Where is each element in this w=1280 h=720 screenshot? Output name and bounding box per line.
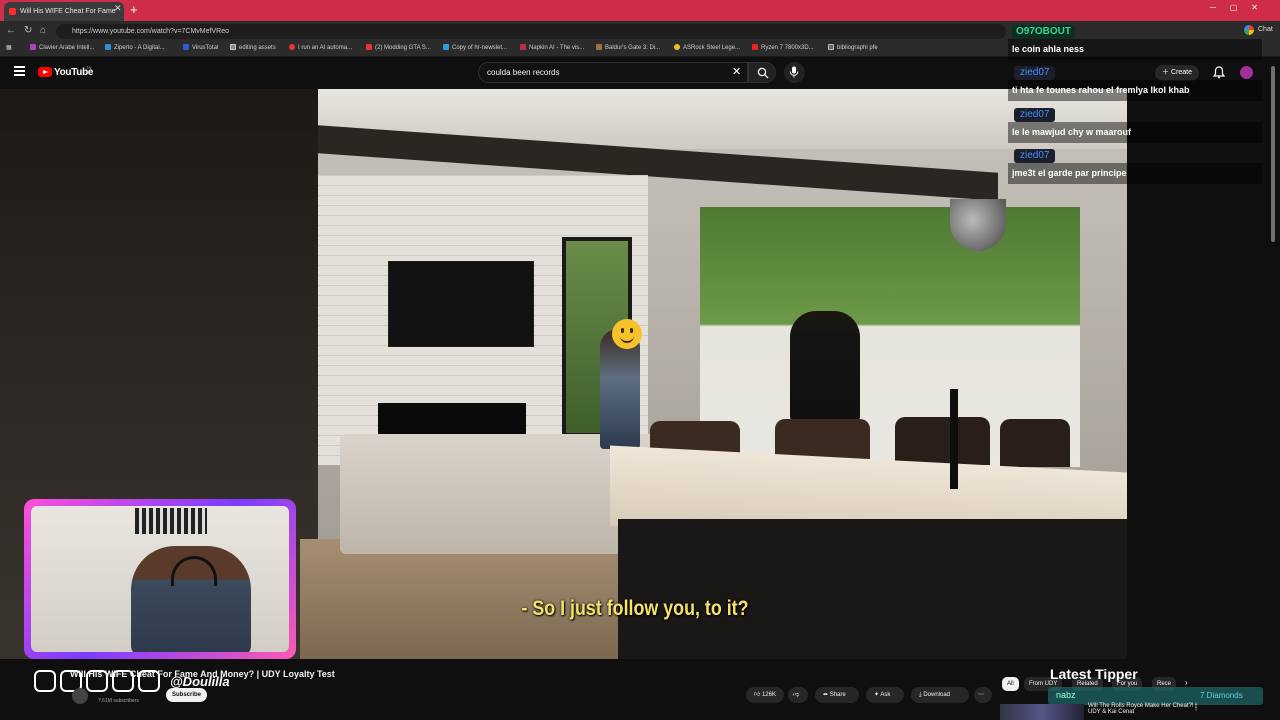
bookmark-item[interactable]: editing assets: [230, 44, 276, 51]
clear-search-icon[interactable]: ✕: [732, 65, 741, 78]
subscribe-button[interactable]: Subscribe: [166, 688, 208, 702]
chip-all[interactable]: All: [1002, 677, 1019, 691]
bookmark-item[interactable]: Ryzen 7 7800x3D...: [752, 44, 814, 51]
browser-nav-bar: ← ↻ ⌂ https://www.youtube.com/watch?v=7C…: [0, 21, 1280, 41]
channel-avatar[interactable]: [72, 688, 88, 704]
chevron-right-icon[interactable]: ›: [1185, 678, 1188, 687]
search-button[interactable]: [748, 62, 776, 83]
social-handle: @Doulilla: [170, 674, 230, 689]
video-scene-island-base: [618, 519, 1127, 659]
scrollbar-thumb[interactable]: [1271, 66, 1275, 242]
bookmark-item[interactable]: Ziperto - A Digital...: [105, 44, 165, 51]
url-text: https://www.youtube.com/watch?v=7CMvMefV…: [72, 28, 229, 35]
recommended-video-thumbnail[interactable]: [1000, 704, 1084, 720]
bookmark-item[interactable]: ASRock Steel Lege...: [674, 44, 740, 51]
chat-username: O97OBOUT: [1012, 25, 1076, 39]
dislike-button[interactable]: 👎︎: [788, 687, 808, 703]
download-button[interactable]: ⤓ Download: [911, 687, 969, 703]
thumbs-up-icon: 👍︎: [754, 692, 762, 698]
chat-message: le coin ahla ness: [1008, 39, 1262, 60]
subscriber-count: 7.61M subscribers: [98, 698, 139, 704]
streamer-webcam: [24, 499, 296, 659]
gemini-icon[interactable]: [1244, 25, 1254, 35]
reload-icon[interactable]: ↻: [24, 25, 32, 36]
webcam-feed: [31, 506, 289, 652]
share-button[interactable]: ➦ Share: [815, 687, 859, 703]
video-scene-tv: [388, 261, 534, 347]
browser-tab-bar: Will His WIFE Cheat For Fame ✕ + ─▢✕: [0, 0, 1280, 21]
address-bar[interactable]: https://www.youtube.com/watch?v=7CMvMefV…: [56, 24, 1006, 39]
more-horizontal-icon: ⋯: [978, 692, 984, 698]
account-avatar[interactable]: [1240, 66, 1253, 79]
chat-message: jme3t el garde par principe: [1008, 163, 1262, 184]
chat-username: zied07: [1014, 149, 1056, 163]
tipper-amount: 7 Diamonds: [1200, 691, 1243, 700]
smiley-face-emoji-icon: [612, 319, 642, 349]
home-icon[interactable]: ⌂: [40, 25, 46, 36]
tab-title: Will His WIFE Cheat For Fame: [20, 8, 116, 15]
create-button[interactable]: ＋ Create: [1155, 65, 1199, 81]
back-icon[interactable]: ←: [6, 25, 16, 36]
bookmark-item[interactable]: Copy of hr-newslet...: [443, 44, 507, 51]
more-vertical-icon[interactable]: ⋮: [1192, 703, 1200, 712]
plus-icon: ＋: [1162, 69, 1171, 76]
search-icon: [757, 67, 769, 79]
bookmark-item[interactable]: Baldur's Gate 3: Di...: [596, 44, 660, 51]
search-input[interactable]: coulda been records: [478, 62, 748, 83]
latest-tipper-label: Latest Tipper: [1050, 666, 1138, 682]
tab-close-icon[interactable]: ✕: [114, 3, 122, 14]
video-scene-faucet: [950, 389, 958, 489]
recommended-video-title[interactable]: Will The Rolls Royce Make Her Cheat?! | …: [1088, 703, 1198, 715]
bookmark-item[interactable]: Clavier Arabe Intell...: [30, 44, 94, 51]
ask-button[interactable]: ✦ Ask: [866, 687, 904, 703]
bookmark-item[interactable]: I run an AI automa...: [289, 44, 352, 51]
apps-icon[interactable]: ▦: [6, 44, 12, 51]
notifications-bell-icon[interactable]: [1213, 66, 1225, 79]
chat-username: zied07: [1014, 66, 1056, 80]
bookmark-item[interactable]: VirusTotal: [183, 44, 218, 51]
chat-username: zied07: [1014, 108, 1056, 122]
voice-search-button[interactable]: [784, 62, 805, 83]
microphone-icon: [789, 66, 799, 78]
bookmark-item[interactable]: (2) Modding GTA S...: [366, 44, 431, 51]
chat-label[interactable]: Chat: [1258, 26, 1273, 33]
instagram-icon: [34, 670, 56, 692]
like-button[interactable]: 👍︎ 126K: [746, 687, 784, 703]
window-controls[interactable]: ─▢✕: [1210, 3, 1272, 12]
video-scene-chair: [895, 417, 990, 465]
chat-message: le le mawjud chy w maarouf: [1008, 122, 1262, 143]
share-icon: ➦: [823, 692, 830, 698]
new-tab-icon[interactable]: +: [130, 2, 138, 17]
menu-icon[interactable]: [14, 66, 25, 76]
bookmark-item[interactable]: Napkin AI - The vis...: [520, 44, 584, 51]
video-scene-man: [790, 311, 860, 421]
thumbs-down-icon: 👎︎: [793, 692, 800, 698]
youtube-logo-icon[interactable]: [38, 67, 52, 77]
youtube-favicon-icon: [9, 8, 16, 15]
chat-message: ti hta fe tounes rahou el fremlya lkol k…: [1008, 80, 1262, 101]
bookmark-item[interactable]: bibliographi pfe: [828, 44, 878, 51]
youtube-region-code: TN: [86, 65, 92, 70]
webcam-poster: [135, 508, 207, 534]
video-scene-chair: [1000, 419, 1070, 467]
video-scene-fireplace: [378, 403, 526, 435]
tipper-name: nabz: [1056, 690, 1076, 700]
browser-tab[interactable]: Will His WIFE Cheat For Fame: [4, 2, 124, 21]
more-actions-button[interactable]: ⋯: [974, 687, 992, 703]
